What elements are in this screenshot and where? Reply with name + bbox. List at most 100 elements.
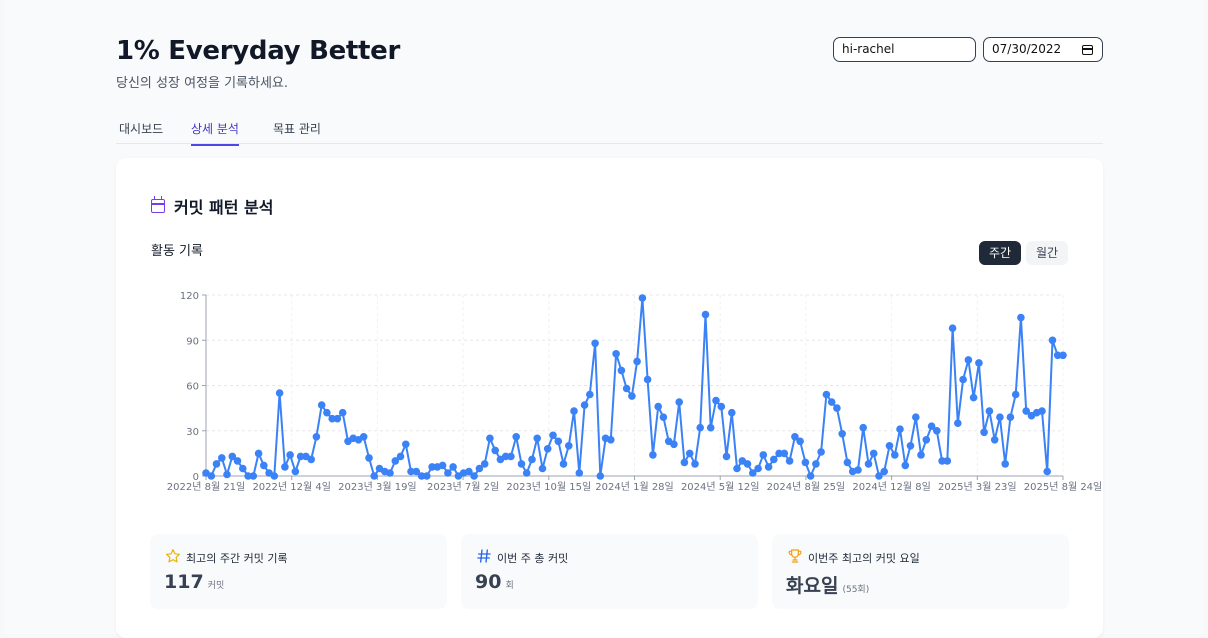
data-point (701, 310, 710, 319)
data-point (864, 460, 873, 468)
data-point (959, 375, 967, 384)
data-point (980, 428, 988, 437)
date-input[interactable]: 07/30/2022 (983, 37, 1103, 62)
data-point (586, 390, 594, 399)
data-point (533, 434, 541, 443)
star-icon (166, 549, 180, 563)
y-tick-label: 30 (186, 427, 199, 438)
data-point (812, 460, 820, 468)
data-point (359, 433, 368, 441)
data-point (649, 451, 657, 459)
data-point (1017, 313, 1025, 322)
data-point (917, 451, 925, 459)
data-point (838, 430, 846, 438)
data-point (281, 463, 289, 471)
monthly-toggle-button[interactable]: 월간 (1026, 241, 1069, 265)
data-point (633, 357, 641, 366)
data-point (964, 356, 973, 364)
data-point (522, 469, 531, 477)
data-point (754, 464, 762, 473)
data-point (1006, 413, 1015, 421)
data-point (333, 414, 342, 423)
hash-icon (477, 549, 491, 563)
data-point (1001, 460, 1009, 468)
data-point (239, 464, 247, 473)
data-point (565, 442, 573, 450)
data-point (806, 472, 815, 480)
data-point (207, 472, 216, 480)
stat-week-total: 이번 주 총 커밋 90 회 (461, 534, 758, 609)
tab-dashboard[interactable]: 대시보드 (119, 120, 163, 143)
y-tick-label: 90 (186, 336, 199, 347)
data-point (291, 467, 300, 476)
tab-bar: 대시보드 상세 분석 목표 관리 (116, 118, 1103, 146)
data-point (617, 366, 626, 375)
data-point (312, 433, 321, 441)
commit-pattern-card: 커밋 패턴 분석 활동 기록 주간 월간 0 30 60 90 120 2022년 8월 … (116, 158, 1103, 638)
data-point (885, 442, 894, 450)
app-page: 1% Everyday Better 당신의 성장 여정을 기록하세요. hi-… (4, 0, 1204, 638)
page-subtitle: 당신의 성장 여정을 기록하세요. (116, 76, 289, 91)
data-point (212, 460, 221, 468)
data-point (1059, 351, 1067, 360)
x-tick-label: 2025년 3월 23일 (938, 481, 1017, 493)
data-point (570, 407, 578, 415)
data-point (307, 455, 315, 464)
x-tick-label: 2023년 7월 2일 (427, 481, 499, 493)
calendar-icon (151, 196, 165, 213)
data-point (906, 442, 915, 450)
data-point (975, 359, 983, 367)
stat-best-week: 최고의 주간 커밋 기록 117 커밋 (150, 534, 447, 609)
weekly-toggle-button[interactable]: 주간 (979, 241, 1022, 265)
data-point (685, 449, 694, 458)
username-input[interactable]: hi-rachel (833, 37, 976, 62)
data-point (785, 457, 794, 465)
data-point (286, 451, 294, 459)
data-point (486, 434, 494, 443)
data-point (1011, 390, 1020, 399)
data-point (559, 460, 568, 468)
data-point (912, 413, 920, 421)
data-point (370, 472, 378, 480)
data-point (438, 461, 447, 470)
data-point (969, 393, 978, 402)
data-point (706, 423, 715, 432)
data-point (728, 408, 736, 417)
data-point (512, 433, 520, 441)
trophy-icon (788, 549, 802, 563)
data-point (759, 451, 768, 459)
data-point (680, 458, 689, 467)
data-point (880, 467, 888, 476)
data-point (770, 455, 778, 464)
data-point (538, 464, 547, 473)
card-header: 커밋 패턴 분석 (151, 194, 273, 218)
data-point (1038, 407, 1046, 415)
data-point (985, 407, 994, 415)
data-point (859, 423, 867, 432)
data-point (233, 457, 242, 465)
data-point (491, 446, 500, 455)
data-point (254, 449, 263, 458)
data-point (896, 425, 904, 433)
data-point (270, 472, 279, 480)
date-value: 07/30/2022 (992, 42, 1062, 56)
stat-value: 화요일 (55회) (786, 575, 870, 597)
calendar-picker-icon[interactable] (1082, 45, 1093, 55)
data-point (712, 396, 720, 405)
data-point (996, 413, 1004, 421)
data-point (675, 398, 683, 406)
data-point (743, 460, 752, 468)
data-point (260, 461, 268, 470)
data-point (638, 294, 647, 302)
tab-goal-management[interactable]: 목표 관리 (273, 120, 321, 143)
data-point (717, 402, 726, 411)
data-point (822, 390, 831, 399)
data-point (990, 436, 999, 444)
tab-detail-analysis[interactable]: 상세 분석 (191, 120, 239, 146)
data-point (549, 431, 557, 440)
data-point (670, 440, 678, 449)
data-point (591, 339, 599, 348)
data-point (643, 375, 652, 384)
data-point (796, 437, 804, 446)
data-point (922, 436, 931, 444)
